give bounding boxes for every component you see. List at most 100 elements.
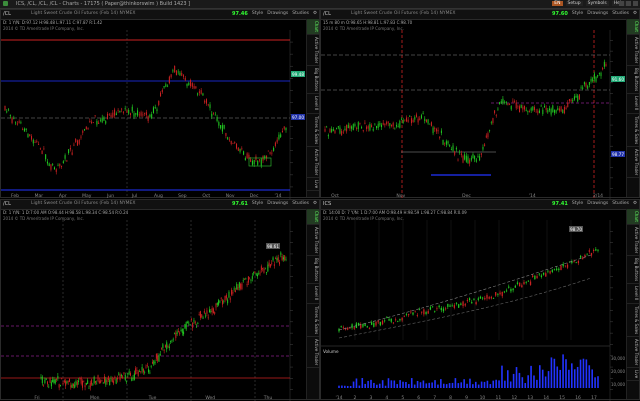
side-tab[interactable]: Live: [307, 178, 319, 192]
candle: [27, 134, 29, 138]
studies-menu[interactable]: Studies: [292, 201, 309, 207]
side-tab[interactable]: Big Buttons: [307, 66, 319, 95]
candle: [46, 381, 48, 385]
candle: [379, 321, 382, 326]
candle: [109, 380, 111, 386]
candle: [324, 129, 326, 132]
candle: [332, 129, 334, 132]
candle: [50, 382, 52, 387]
gear-icon[interactable]: ⚙: [633, 201, 637, 207]
price-chart[interactable]: 99.4897.00Feb Mar Apr May Jun Jul Aug Sep Oct Nov…: [1, 30, 308, 199]
candle: [78, 380, 80, 383]
side-tab[interactable]: Times & Sales: [307, 114, 319, 147]
style-menu[interactable]: Style: [252, 201, 263, 207]
candle: [92, 122, 94, 124]
volume-bar: [419, 382, 422, 388]
candle: [480, 153, 482, 155]
candle: [562, 263, 564, 267]
symbol-field[interactable]: /CL: [3, 201, 11, 207]
maximize-icon[interactable]: [626, 1, 631, 6]
side-tab[interactable]: Chart: [307, 209, 319, 225]
candle: [488, 296, 490, 299]
side-tab[interactable]: Chart: [627, 19, 639, 35]
candle: [346, 124, 348, 132]
toolbar-button-setup[interactable]: Setup: [565, 1, 583, 6]
chart-pane-bottom-right[interactable]: ICS 97.41 Style Drawings Studies ⚙ D: 14…: [320, 199, 640, 401]
moving-average-line: [338, 277, 592, 339]
candle: [326, 126, 328, 128]
toolbar-button-symbols[interactable]: Symbols: [585, 1, 609, 6]
gear-icon[interactable]: ⚙: [313, 11, 317, 17]
volume-bar: [341, 385, 343, 388]
candle: [106, 113, 109, 120]
side-tab[interactable]: Active Trader: [307, 147, 319, 179]
candle: [211, 113, 213, 117]
candle: [279, 262, 281, 265]
style-menu[interactable]: Style: [572, 201, 583, 207]
volume-bar: [541, 369, 544, 388]
side-tab[interactable]: Active Trader: [307, 225, 319, 257]
candle: [142, 114, 144, 116]
volume-bar: [416, 380, 419, 388]
side-tab[interactable]: Level II: [627, 284, 639, 304]
side-tab[interactable]: Active Trader: [627, 35, 639, 67]
minimize-icon[interactable]: [619, 1, 624, 6]
side-tab[interactable]: Times & Sales: [627, 304, 639, 337]
side-tab[interactable]: Chart: [627, 209, 639, 225]
side-tab[interactable]: Chart: [307, 19, 319, 35]
studies-menu[interactable]: Studies: [292, 11, 309, 17]
candle: [136, 370, 138, 371]
candle: [436, 308, 438, 310]
close-icon[interactable]: [633, 1, 638, 6]
volume-bar: [466, 383, 468, 388]
candle: [479, 296, 482, 299]
drawings-menu[interactable]: Drawings: [587, 201, 608, 207]
side-tab[interactable]: Big Buttons: [627, 256, 639, 285]
toolbar-button-en[interactable]: EN: [552, 1, 563, 6]
gear-icon[interactable]: ⚙: [633, 11, 637, 17]
price-chart[interactable]: 91.6098.77Oct Nov Dec '14 2/14: [321, 30, 628, 199]
studies-menu[interactable]: Studies: [612, 201, 629, 207]
candle: [339, 127, 341, 134]
candle: [442, 308, 445, 312]
candle: [175, 70, 177, 76]
price-chart[interactable]: 98.61 Fri Mon Tue Wed Thu: [1, 220, 308, 401]
chart-pane-bottom-left[interactable]: /CL Light Sweet Crude Oil Futures (Feb 1…: [0, 199, 320, 401]
volume-bar: [361, 378, 364, 388]
candle: [205, 315, 207, 317]
side-tab[interactable]: Level II: [307, 284, 319, 304]
side-tab[interactable]: Level II: [307, 94, 319, 114]
candle: [272, 257, 274, 261]
drawings-menu[interactable]: Drawings: [267, 11, 288, 17]
chart-pane-top-left[interactable]: /CL Light Sweet Crude Oil Futures (Feb 1…: [0, 9, 320, 199]
candle: [536, 276, 538, 279]
side-tab[interactable]: Active Trader: [307, 337, 319, 369]
side-tab[interactable]: Active Trader: [627, 147, 639, 179]
drawings-menu[interactable]: Drawings: [267, 201, 288, 207]
symbol-field[interactable]: /CL: [323, 11, 331, 17]
candle: [224, 295, 226, 301]
side-tab[interactable]: Big Buttons: [307, 256, 319, 285]
drawings-menu[interactable]: Drawings: [587, 11, 608, 17]
candle: [370, 322, 373, 325]
studies-menu[interactable]: Studies: [612, 11, 629, 17]
style-menu[interactable]: Style: [572, 11, 583, 17]
volume-bar: [367, 380, 369, 388]
side-tab[interactable]: Level II: [627, 94, 639, 114]
side-tab[interactable]: Times & Sales: [307, 304, 319, 337]
candle: [280, 252, 282, 255]
symbol-field[interactable]: ICS: [323, 201, 331, 207]
side-tab[interactable]: Active Trader: [627, 225, 639, 257]
price-chart[interactable]: 98.70 Volume 30,000 20,000 10,000 '14 2 3 4 5 6 7 8 9…: [321, 220, 628, 401]
symbol-field[interactable]: /CL: [3, 11, 11, 17]
chart-pane-top-right[interactable]: /CL Light Sweet Crude Oil Futures (Feb 1…: [320, 9, 640, 199]
candle: [55, 169, 57, 172]
side-tab[interactable]: Active Trader: [307, 35, 319, 67]
gear-icon[interactable]: ⚙: [313, 201, 317, 207]
side-tab[interactable]: Times & Sales: [627, 114, 639, 147]
side-tab[interactable]: Active Trader: [627, 337, 639, 369]
side-tab[interactable]: Live: [627, 368, 639, 382]
style-menu[interactable]: Style: [252, 11, 263, 17]
side-tab[interactable]: Big Buttons: [627, 66, 639, 95]
candle: [192, 322, 194, 328]
